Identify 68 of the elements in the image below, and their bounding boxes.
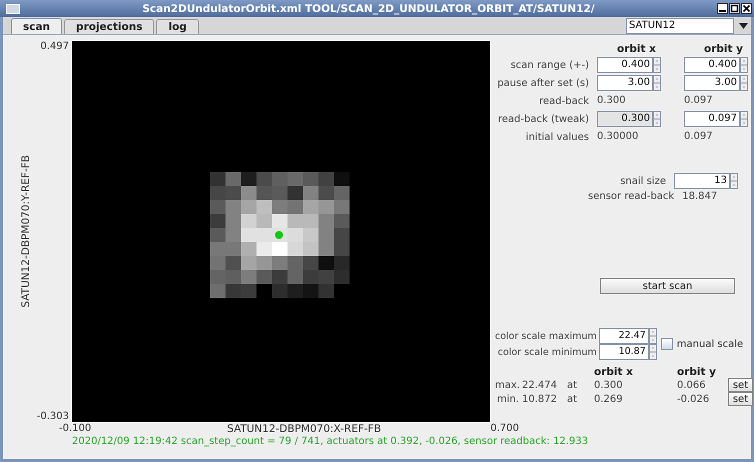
set-button[interactable]: set	[728, 378, 753, 392]
spinner-arrows-icon[interactable]	[730, 173, 738, 189]
at-text: at	[567, 394, 578, 404]
column-header: orbit y	[703, 43, 744, 55]
value-text: 0.097	[684, 130, 714, 144]
parameter-label: read-back (tweak)	[496, 114, 589, 124]
parameter-label: read-back	[538, 96, 589, 106]
status-message: 2020/12/09 12:19:42 scan_step_count = 79 / 741, actuators at 0.392, -0.026, sensor readback: 12.933	[72, 435, 590, 449]
snail-size-label: snail size	[620, 176, 666, 186]
caret-icon[interactable]	[739, 22, 748, 28]
spinner-field[interactable]: 3.00	[684, 75, 740, 91]
start-scan-button[interactable]: start scan	[600, 278, 735, 294]
color-scale-label: color scale maximum	[495, 330, 597, 342]
at-text: at	[567, 380, 578, 390]
spinner-arrows-icon[interactable]	[648, 344, 657, 360]
device-dropdown[interactable]: SATUN12	[626, 18, 734, 34]
spinner-field[interactable]: 0.097	[684, 111, 740, 127]
column-header: orbit x	[616, 43, 657, 55]
x-axis-min: -0.100	[59, 423, 92, 434]
extrema-label: max.	[495, 380, 519, 390]
parameter-label: pause after set (s)	[496, 78, 589, 88]
spinner-arrows-icon[interactable]	[653, 111, 661, 127]
window-title: Scan2DUndulatorOrbit.xml TOOL/SCAN_2D_UNDULATOR_ORBIT_AT/SATUN12/	[141, 2, 596, 14]
value-text: 0.097	[684, 94, 714, 108]
orbit-x-value: 0.269	[594, 394, 624, 404]
position-marker	[275, 231, 283, 239]
color-scale-field[interactable]: 22.47	[598, 328, 649, 344]
sensor-readback-value: 18.847	[682, 191, 718, 202]
parameter-label: scan range (+-)	[510, 60, 589, 70]
column-header: orbit y	[677, 366, 718, 378]
x-axis-label: SATUN12-DBPM070:X-REF-FB	[226, 422, 382, 434]
orbit-y-value: 0.066	[677, 380, 707, 390]
close-icon[interactable]	[741, 3, 752, 14]
extrema-value: 10.872	[522, 394, 558, 404]
column-header: orbit x	[594, 366, 634, 378]
spinner-arrows-icon[interactable]	[653, 75, 661, 91]
extrema-value: 22.474	[522, 380, 558, 390]
tab[interactable]: log	[156, 19, 199, 34]
y-axis-min: -0.303	[36, 411, 69, 422]
manual-scale-label: manual scale	[676, 338, 744, 350]
spinner-arrows-icon[interactable]	[740, 57, 748, 73]
tab[interactable]: scan	[11, 18, 62, 34]
minimize-icon[interactable]	[717, 3, 728, 14]
window-icon	[6, 4, 20, 14]
set-button[interactable]: set	[728, 392, 753, 406]
y-axis-max: 0.497	[40, 41, 69, 52]
parameter-label: initial values	[524, 132, 589, 142]
snail-size-field[interactable]: 13	[674, 173, 730, 189]
y-axis-label: SATUN12-DBPM070:Y-REF-FB	[20, 155, 32, 308]
manual-scale-checkbox[interactable]	[660, 338, 673, 350]
color-scale-field[interactable]: 10.87	[598, 344, 649, 360]
maximize-icon[interactable]	[729, 3, 740, 14]
orbit-x-value: 0.300	[594, 380, 624, 390]
spinner-field[interactable]: 0.400	[684, 57, 740, 73]
spinner-arrows-icon[interactable]	[653, 57, 661, 73]
spinner-field[interactable]: 0.400	[597, 57, 653, 73]
spinner-arrows-icon[interactable]	[740, 75, 748, 91]
spinner-arrows-icon[interactable]	[740, 111, 748, 127]
orbit-y-value: -0.026	[677, 394, 710, 404]
color-scale-label: color scale minimum	[496, 346, 597, 358]
extrema-label: min.	[496, 394, 519, 404]
spinner-field[interactable]: 3.00	[597, 75, 653, 91]
tab[interactable]: projections	[64, 19, 154, 34]
spinner-arrows-icon[interactable]	[648, 328, 657, 344]
x-axis-max: 0.700	[489, 423, 519, 434]
value-text: 0.30000	[597, 130, 640, 144]
sensor-readback-label: sensor read-back	[588, 191, 674, 202]
value-text: 0.300	[597, 94, 627, 108]
